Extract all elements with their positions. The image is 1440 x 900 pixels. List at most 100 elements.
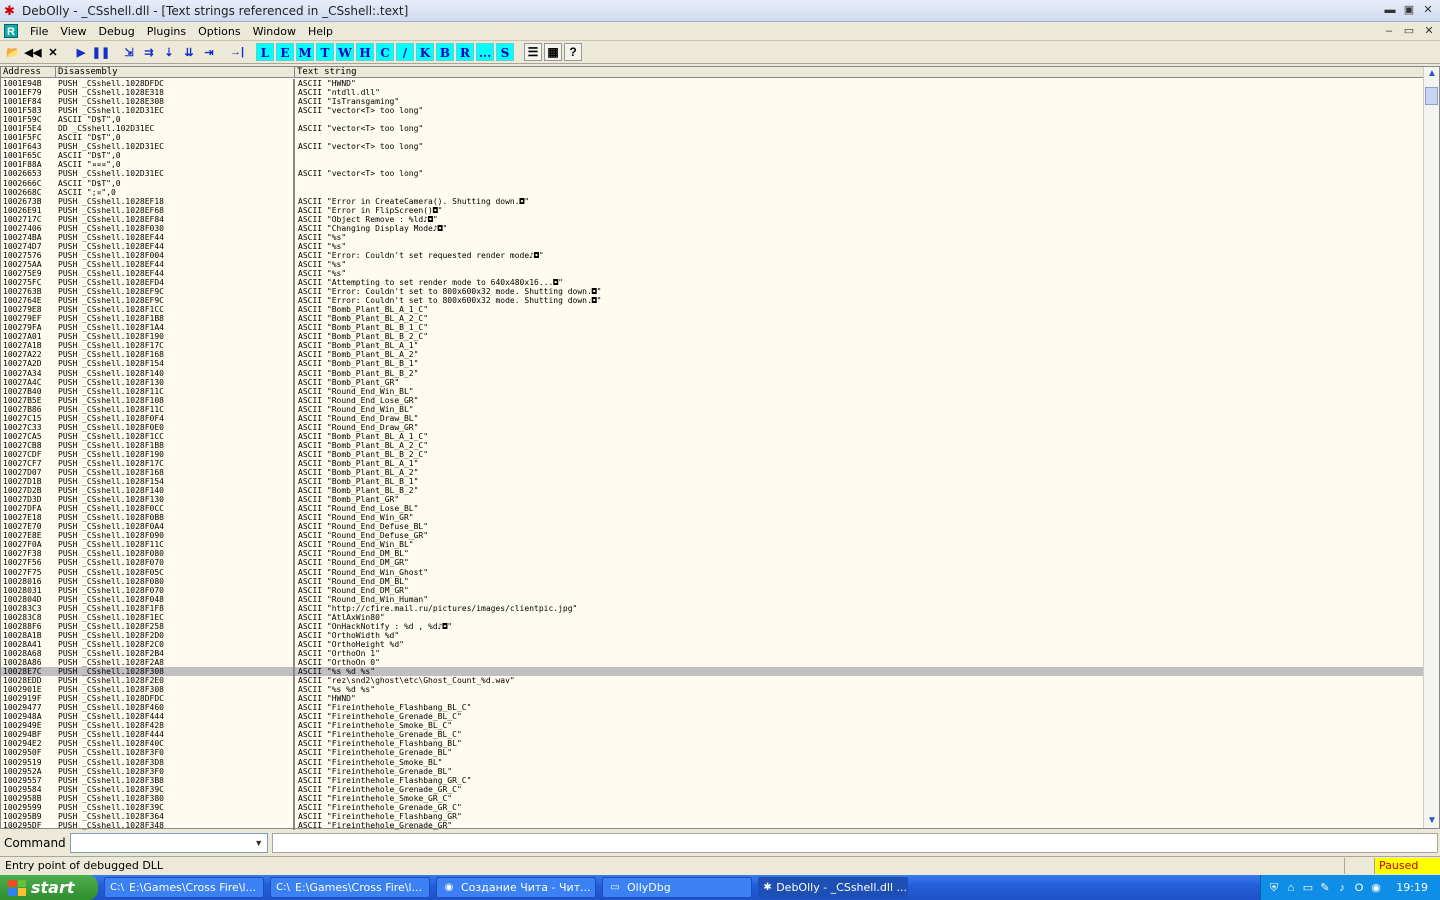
table-row[interactable]: 10028EDD PUSH _CSshell.1028F2E0 ASCII "rez… <box>1 676 1425 686</box>
window-button-6[interactable]: C <box>376 43 394 61</box>
table-row[interactable]: 100279FA PUSH _CSshell.1028F1A4 ASCII "Bom… <box>1 323 1425 333</box>
table-row[interactable]: 1002901E PUSH _CSshell.1028F308 ASCII "%s … <box>1 685 1425 695</box>
table-row[interactable]: 1002764E PUSH _CSshell.1028EF9C ASCII "Err… <box>1 296 1425 306</box>
table-row[interactable]: 10027CDF PUSH _CSshell.1028F190 ASCII "Bom… <box>1 449 1425 459</box>
window-button-4[interactable]: W <box>336 43 354 61</box>
trace-into-icon[interactable]: ⇣ <box>160 43 178 61</box>
table-row[interactable]: 10027F38 PUSH _CSshell.1028F080 ASCII "Rou… <box>1 549 1425 559</box>
table-row[interactable]: 10029584 PUSH _CSshell.1028F39C ASCII "Fir… <box>1 784 1425 794</box>
window-button-12[interactable]: S <box>496 43 514 61</box>
table-row[interactable]: 10029477 PUSH _CSshell.1028F460 ASCII "Fir… <box>1 703 1425 713</box>
table-row[interactable]: 10027D07 PUSH _CSshell.1028F168 ASCII "Bom… <box>1 468 1425 478</box>
table-row[interactable]: 10027F56 PUSH _CSshell.1028F070 ASCII "Rou… <box>1 558 1425 568</box>
scroll-up-icon[interactable]: ▲ <box>1424 67 1440 81</box>
table-row[interactable]: 1002952A PUSH _CSshell.1028F3F0 ASCII "Fir… <box>1 766 1425 776</box>
table-row[interactable]: 10027CB8 PUSH _CSshell.1028F1B8 ASCII "Bom… <box>1 440 1425 450</box>
table-row[interactable]: 100275E9 PUSH _CSshell.1028EF44 ASCII "%s" <box>1 268 1425 279</box>
help-icon[interactable]: ? <box>564 43 582 61</box>
table-row[interactable]: 1001F88A ASCII "¤¤¤",0 <box>1 160 1425 170</box>
tools-icon[interactable]: ✎ <box>1318 881 1332 895</box>
table-row[interactable]: 10027D1B PUSH _CSshell.1028F154 ASCII "Bom… <box>1 477 1425 487</box>
volume-icon[interactable]: ♪ <box>1335 881 1349 895</box>
table-row[interactable]: 1002666C ASCII "D$T",0 <box>1 178 1425 188</box>
table-row[interactable]: 10027B5E PUSH _CSshell.1028F108 ASCII "Rou… <box>1 395 1425 405</box>
command-input[interactable]: ▼ <box>69 833 268 853</box>
open-icon[interactable]: 📂 <box>4 43 22 61</box>
table-row[interactable]: 1002949E PUSH _CSshell.1028F428 ASCII "Fir… <box>1 721 1425 731</box>
table-row[interactable]: 10029557 PUSH _CSshell.1028F3B8 ASCII "Fir… <box>1 775 1425 785</box>
table-row[interactable]: 100294E2 PUSH _CSshell.1028F40C ASCII "Fir… <box>1 739 1425 749</box>
clock[interactable]: 19:19 <box>1396 881 1428 894</box>
table-row[interactable]: 1002717C PUSH _CSshell.1028EF84 ASCII "Obj… <box>1 214 1425 224</box>
window-button-8[interactable]: K <box>416 43 434 61</box>
window-button-5[interactable]: H <box>356 43 374 61</box>
table-row[interactable]: 10027F0A PUSH _CSshell.1028F11C ASCII "Rou… <box>1 540 1425 550</box>
table-row[interactable]: 1001F59C ASCII "D$T",0 <box>1 115 1425 125</box>
table-row[interactable]: 10028016 PUSH _CSshell.1028F080 ASCII "Rou… <box>1 576 1425 586</box>
taskbar-button[interactable]: ◉ Создание Чита - Чит... <box>436 877 596 898</box>
trace-over-icon[interactable]: ⇊ <box>180 43 198 61</box>
menu-plugins[interactable]: Plugins <box>141 25 192 38</box>
table-row[interactable]: 10027E18 PUSH _CSshell.1028F0B8 ASCII "Rou… <box>1 513 1425 523</box>
minimize-icon[interactable]: ▬ <box>1382 2 1398 18</box>
table-row[interactable]: 1001F643 PUSH _CSshell.102D31EC ASCII "vec… <box>1 142 1425 152</box>
table-row[interactable]: 1002919F PUSH _CSshell.1028DFDC ASCII "HWN… <box>1 694 1425 704</box>
table-row[interactable]: 1001F5FC ASCII "D$T",0 <box>1 133 1425 143</box>
table-row[interactable]: 10027A22 PUSH _CSshell.1028F168 ASCII "Bom… <box>1 350 1425 360</box>
table-row[interactable]: 1001F5E4 DD _CSshell.102D31EC ASCII "vecto… <box>1 124 1425 134</box>
table-row[interactable]: 1002948A PUSH _CSshell.1028F444 ASCII "Fir… <box>1 712 1425 722</box>
vertical-scrollbar[interactable]: ▲ ▼ <box>1423 67 1439 828</box>
table-row[interactable]: 100295DF PUSH _CSshell.1028F348 ASCII "Fir… <box>1 820 1425 830</box>
window-button-11[interactable]: ... <box>476 43 494 61</box>
table-row[interactable]: 10028A1B PUSH _CSshell.1028F2D0 ASCII "Ort… <box>1 630 1425 640</box>
goto-icon[interactable]: →| <box>228 43 246 61</box>
list-icon[interactable]: ☰ <box>524 43 542 61</box>
table-row[interactable]: 1002668C ASCII ";¤",0 <box>1 187 1425 197</box>
table-row[interactable]: 10027E8E PUSH _CSshell.1028F090 ASCII "Rou… <box>1 531 1425 541</box>
menu-window[interactable]: Window <box>247 25 302 38</box>
table-row[interactable]: 10027B40 PUSH _CSshell.1028F11C ASCII "Rou… <box>1 386 1425 396</box>
table-row[interactable]: 10027CA5 PUSH _CSshell.1028F1CC ASCII "Bom… <box>1 431 1425 441</box>
menu-options[interactable]: Options <box>192 25 246 38</box>
window-button-3[interactable]: T <box>316 43 334 61</box>
step-into-icon[interactable]: ⇲ <box>120 43 138 61</box>
table-row[interactable]: 100275FC PUSH _CSshell.1028EFD4 ASCII "Att… <box>1 278 1425 288</box>
window-button-7[interactable]: / <box>396 43 414 61</box>
table-row[interactable]: 10027C33 PUSH _CSshell.1028F0E0 ASCII "Rou… <box>1 422 1425 432</box>
table-row[interactable]: 1002950F PUSH _CSshell.1028F3F0 ASCII "Fir… <box>1 748 1425 758</box>
close-icon[interactable]: ✕ <box>44 43 62 61</box>
table-row[interactable]: 1001E94B PUSH _CSshell.1028DFDC ASCII "HWN… <box>1 79 1425 89</box>
taskbar-button[interactable]: C:\ E:\Games\Cross Fire\l... <box>270 877 430 898</box>
rewind-icon[interactable]: ◀◀ <box>24 43 42 61</box>
table-row[interactable]: 100274BA PUSH _CSshell.1028EF44 ASCII "%s" <box>1 232 1425 242</box>
table-row[interactable]: 100294BF PUSH _CSshell.1028F444 ASCII "Fir… <box>1 730 1425 740</box>
table-row[interactable]: 10029599 PUSH _CSshell.1028F39C ASCII "Fir… <box>1 802 1425 812</box>
window-button-9[interactable]: B <box>436 43 454 61</box>
table-row[interactable]: 10028E7C PUSH _CSshell.1028F308 ASCII "%s … <box>1 667 1425 677</box>
table-row[interactable]: 100283C3 PUSH _CSshell.1028F1F8 ASCII "htt… <box>1 603 1425 613</box>
mdi-minimize-icon[interactable]: – <box>1382 24 1396 38</box>
table-row[interactable]: 100279E8 PUSH _CSshell.1028F1CC ASCII "Bom… <box>1 305 1425 315</box>
mdi-restore-icon[interactable]: ▭ <box>1402 24 1416 38</box>
table-row[interactable]: 10028A68 PUSH _CSshell.1028F2B4 ASCII "Ort… <box>1 648 1425 658</box>
menu-help[interactable]: Help <box>302 25 339 38</box>
table-row[interactable]: 10027E70 PUSH _CSshell.1028F0A4 ASCII "Rou… <box>1 522 1425 532</box>
table-row[interactable]: 10027B86 PUSH _CSshell.1028F11C ASCII "Rou… <box>1 404 1425 414</box>
table-row[interactable]: 10029519 PUSH _CSshell.1028F3D8 ASCII "Fir… <box>1 757 1425 767</box>
table-row[interactable]: 10027A01 PUSH _CSshell.1028F190 ASCII "Bom… <box>1 332 1425 342</box>
table-row[interactable]: 10027A2D PUSH _CSshell.1028F154 ASCII "Bom… <box>1 359 1425 369</box>
header-text-string[interactable]: Text string <box>295 67 1425 77</box>
shield-icon[interactable]: ⛨ <box>1267 881 1281 895</box>
table-row[interactable]: 10027406 PUSH _CSshell.1028F030 ASCII "Cha… <box>1 223 1425 233</box>
table-row[interactable]: 1001F583 PUSH _CSshell.102D31EC ASCII "vec… <box>1 106 1425 116</box>
table-row[interactable]: 100288F6 PUSH _CSshell.1028F258 ASCII "OnH… <box>1 621 1425 631</box>
run-icon[interactable]: ▶ <box>72 43 90 61</box>
window-button-1[interactable]: E <box>276 43 294 61</box>
table-row[interactable]: 10028A86 PUSH _CSshell.1028F2A8 ASCII "Ort… <box>1 658 1425 668</box>
table-row[interactable]: 100274D7 PUSH _CSshell.1028EF44 ASCII "%s" <box>1 241 1425 251</box>
mdi-close-icon[interactable]: ✕ <box>1422 24 1436 38</box>
table-row[interactable]: 10027A1B PUSH _CSshell.1028F17C ASCII "Bom… <box>1 341 1425 351</box>
table-row[interactable]: 10028A41 PUSH _CSshell.1028F2C0 ASCII "Ort… <box>1 639 1425 649</box>
close-icon[interactable]: ✕ <box>1420 2 1436 18</box>
menu-debug[interactable]: Debug <box>93 25 141 38</box>
